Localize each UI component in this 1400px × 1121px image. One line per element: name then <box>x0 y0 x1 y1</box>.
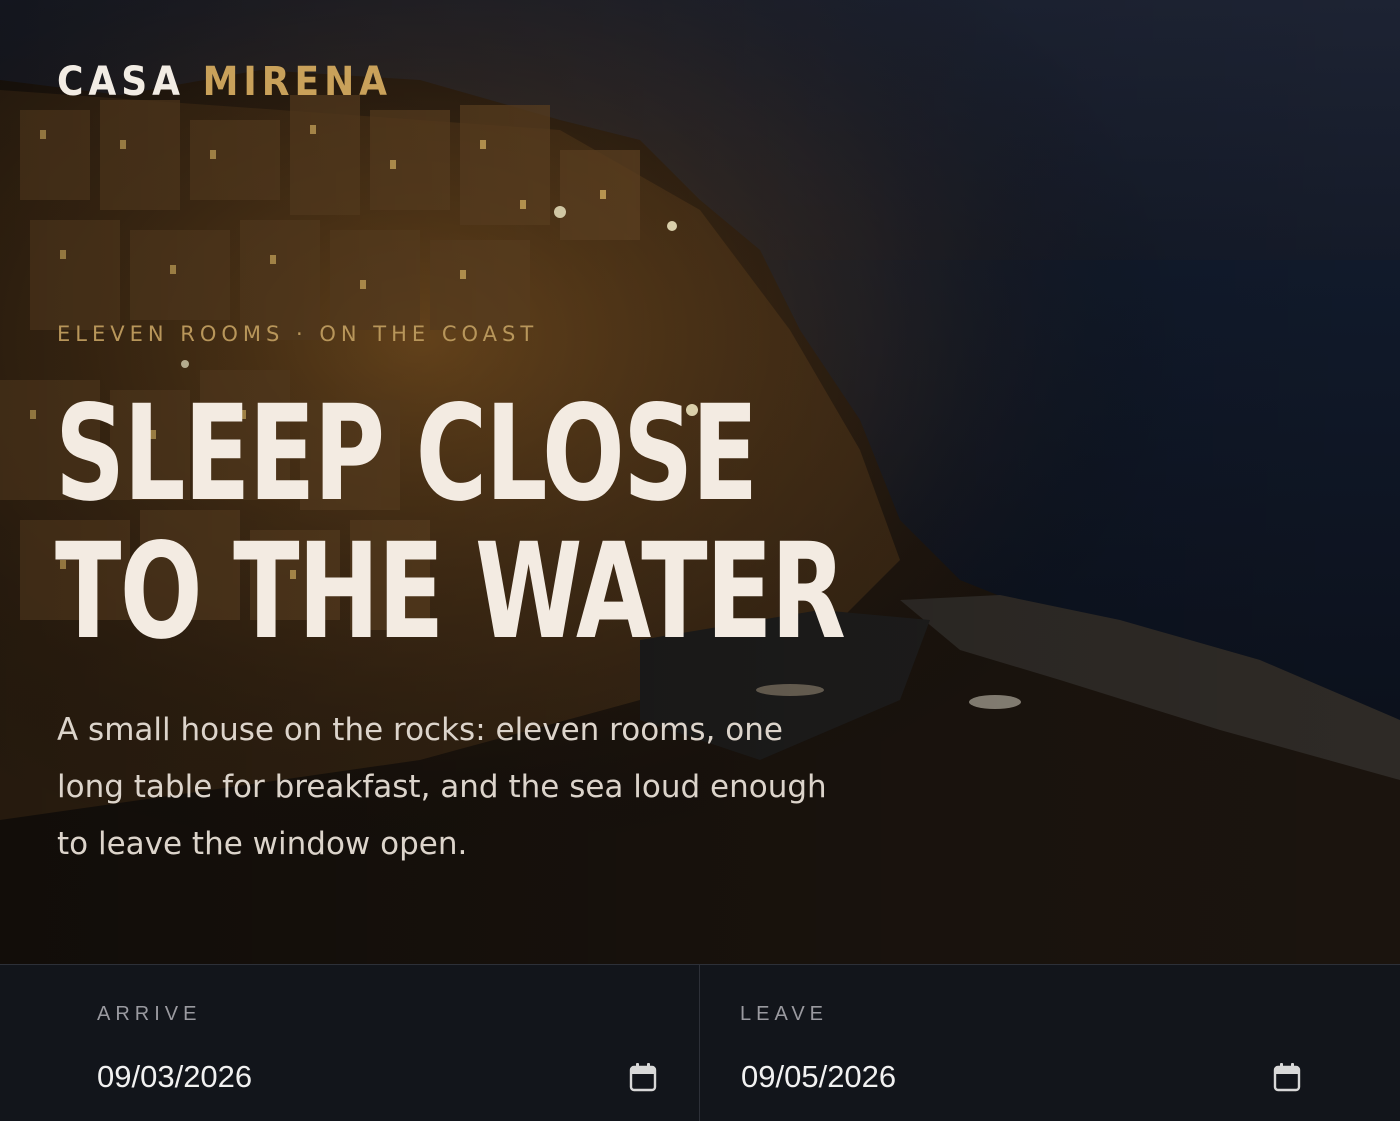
booking-bar: ARRIVE 09/03/2026 LEAVE 09/05/2026 <box>0 964 1400 1121</box>
arrive-date-value[interactable]: 09/03/2026 <box>97 1059 252 1095</box>
hero-section: CASA MIRENA ELEVEN ROOMS · ON THE COAST … <box>0 0 1400 964</box>
arrive-label: ARRIVE <box>97 1003 202 1025</box>
hero-description: A small house on the rocks: eleven rooms… <box>57 712 827 862</box>
brand-name-casa: CASA <box>57 59 186 105</box>
leave-date-value[interactable]: 09/05/2026 <box>741 1059 896 1095</box>
brand-logo[interactable]: CASA MIRENA <box>57 58 392 106</box>
arrive-date-input[interactable]: 09/03/2026 <box>97 1053 657 1101</box>
headline-line-1: SLEEP CLOSE <box>55 377 758 531</box>
calendar-icon[interactable] <box>629 1062 657 1092</box>
hero-eyebrow: ELEVEN ROOMS · ON THE COAST <box>57 322 539 346</box>
leave-date-input[interactable]: 09/05/2026 <box>741 1053 1301 1101</box>
leave-field: LEAVE 09/05/2026 <box>699 965 1400 1121</box>
calendar-icon[interactable] <box>1273 1062 1301 1092</box>
leave-label: LEAVE <box>740 1003 828 1025</box>
headline-line-2: TO THE WATER <box>55 515 846 669</box>
arrive-field: ARRIVE 09/03/2026 <box>0 965 699 1121</box>
brand-name-mirena: MIRENA <box>202 59 393 105</box>
hero-headline: SLEEP CLOSE TO THE WATER <box>55 377 846 669</box>
